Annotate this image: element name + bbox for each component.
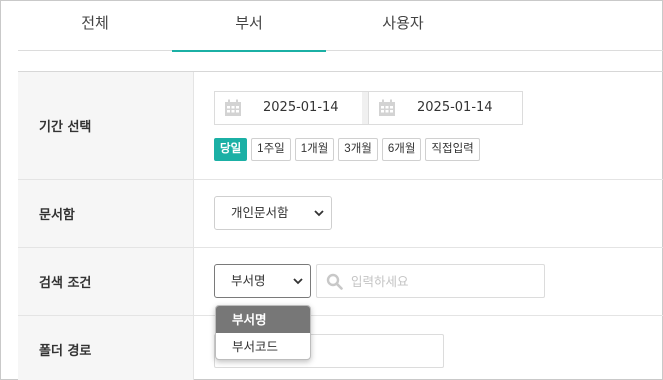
tab-bar: 전체 부서 사용자 bbox=[18, 1, 663, 52]
search-icon bbox=[326, 273, 343, 290]
search-form: 기간 선택 2025-01-14 - bbox=[18, 71, 663, 380]
docbox-selected-value: 개인문서함 bbox=[231, 205, 289, 220]
search-input[interactable] bbox=[351, 265, 536, 297]
chevron-down-icon bbox=[293, 278, 303, 285]
tab-department[interactable]: 부서 bbox=[172, 1, 326, 52]
tab-all[interactable]: 전체 bbox=[18, 1, 172, 51]
period-6month-button[interactable]: 6개월 bbox=[381, 138, 422, 161]
docbox-label: 문서함 bbox=[18, 180, 194, 247]
start-date-field[interactable]: 2025-01-14 bbox=[214, 91, 368, 125]
chevron-down-icon bbox=[314, 210, 324, 217]
search-type-selected-value: 부서명 bbox=[231, 273, 266, 288]
window-frame: 전체 부서 사용자 기간 선택 2025-01-14 - bbox=[0, 0, 663, 380]
period-1month-button[interactable]: 1개월 bbox=[294, 138, 335, 161]
quick-period-buttons: 당일 1주일 1개월 3개월 6개월 직접입력 bbox=[214, 138, 480, 161]
folder-path-row: 폴더 경로 bbox=[18, 316, 663, 380]
tab-user[interactable]: 사용자 bbox=[326, 1, 480, 51]
calendar-icon[interactable] bbox=[378, 99, 396, 117]
docbox-row: 문서함 개인문서함 bbox=[18, 180, 663, 248]
end-date-value: 2025-01-14 bbox=[417, 100, 493, 115]
search-field[interactable] bbox=[316, 264, 545, 298]
period-1week-button[interactable]: 1주일 bbox=[251, 138, 291, 161]
search-type-dropdown: 부서명 부서코드 bbox=[215, 305, 311, 360]
end-date-field[interactable]: 2025-01-14 bbox=[368, 91, 523, 125]
start-date-value: 2025-01-14 bbox=[263, 100, 339, 115]
period-3month-button[interactable]: 3개월 bbox=[338, 138, 378, 161]
period-label: 기간 선택 bbox=[18, 72, 194, 179]
docbox-select[interactable]: 개인문서함 bbox=[214, 196, 332, 230]
search-condition-label: 검색 조건 bbox=[18, 248, 194, 315]
period-today-button[interactable]: 당일 bbox=[214, 138, 248, 161]
search-condition-row: 검색 조건 부서명 bbox=[18, 248, 663, 316]
calendar-icon[interactable] bbox=[224, 99, 242, 117]
period-custom-button[interactable]: 직접입력 bbox=[425, 138, 480, 161]
option-department-name[interactable]: 부서명 bbox=[216, 306, 310, 333]
search-type-select[interactable]: 부서명 bbox=[214, 264, 311, 298]
period-row: 기간 선택 2025-01-14 - bbox=[18, 72, 663, 180]
option-department-code[interactable]: 부서코드 bbox=[216, 333, 310, 359]
folder-path-label: 폴더 경로 bbox=[18, 316, 194, 380]
